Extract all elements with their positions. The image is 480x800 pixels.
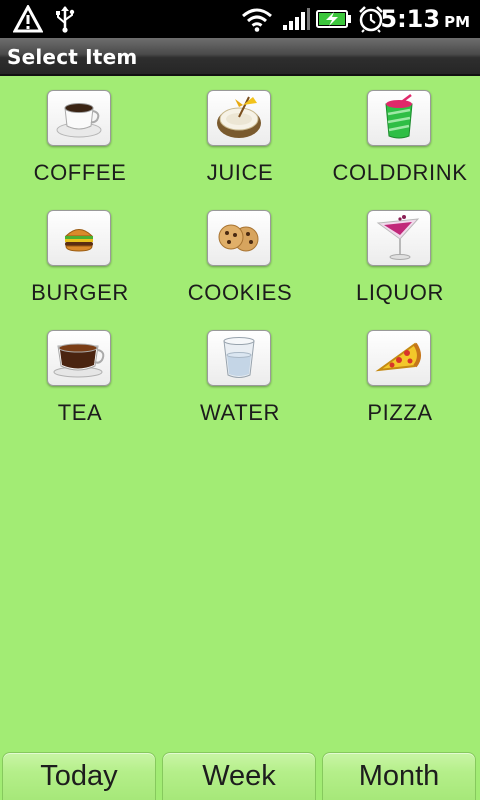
item-water[interactable]: WATER [160, 316, 320, 436]
item-pizza[interactable]: PIZZA [320, 316, 480, 436]
tab-month[interactable]: Month [322, 752, 476, 800]
item-tile[interactable] [47, 90, 111, 146]
tab-today[interactable]: Today [2, 752, 156, 800]
item-label: COLDDRINK [332, 160, 468, 185]
status-time: 5:13 PM [380, 3, 470, 35]
item-tile[interactable] [367, 330, 431, 386]
item-label: LIQUOR [356, 280, 444, 305]
item-burger[interactable]: BURGER [0, 196, 160, 316]
wifi-icon [241, 4, 273, 34]
item-cookies[interactable]: COOKIES [160, 196, 320, 316]
tab-week[interactable]: Week [162, 752, 316, 800]
item-tile[interactable] [207, 210, 271, 266]
item-liquor[interactable]: LIQUOR [320, 196, 480, 316]
page-title: Select Item [7, 45, 138, 69]
item-label: COOKIES [187, 280, 293, 305]
item-label: JUICE [206, 160, 274, 185]
title-bar: Select Item [0, 38, 480, 76]
item-tea[interactable]: TEA [0, 316, 160, 436]
item-coffee[interactable]: COFFEE [0, 76, 160, 196]
alert-icon [12, 4, 44, 34]
item-tile[interactable] [207, 330, 271, 386]
burger-icon [64, 229, 94, 252]
coffee-icon [56, 103, 102, 138]
battery-charging-icon [316, 4, 352, 34]
usb-icon [52, 4, 78, 34]
pizza-icon [375, 342, 421, 372]
item-label: PIZZA [367, 400, 433, 425]
cookies-icon [218, 224, 259, 252]
signal-icon [281, 4, 311, 34]
juice-icon [217, 96, 261, 138]
item-tile[interactable] [367, 90, 431, 146]
water-icon [223, 337, 255, 378]
clock-time: 5:13 [380, 5, 441, 33]
item-tile[interactable] [47, 210, 111, 266]
item-tile[interactable] [367, 210, 431, 266]
item-label: TEA [57, 400, 103, 425]
item-colddrink[interactable]: COLDDRINK [320, 76, 480, 196]
liquor-icon [376, 215, 420, 260]
item-label: BURGER [31, 280, 129, 305]
item-tile[interactable] [207, 90, 271, 146]
status-bar: 5:13 PM [0, 0, 480, 38]
tea-icon [53, 343, 105, 378]
item-label: COFFEE [33, 160, 127, 185]
item-label: WATER [200, 400, 280, 425]
item-juice[interactable]: JUICE [160, 76, 320, 196]
bottom-tab-bar: Today Week Month [0, 750, 480, 800]
colddrink-icon [385, 94, 413, 139]
item-tile[interactable] [47, 330, 111, 386]
clock-ampm: PM [444, 13, 470, 31]
